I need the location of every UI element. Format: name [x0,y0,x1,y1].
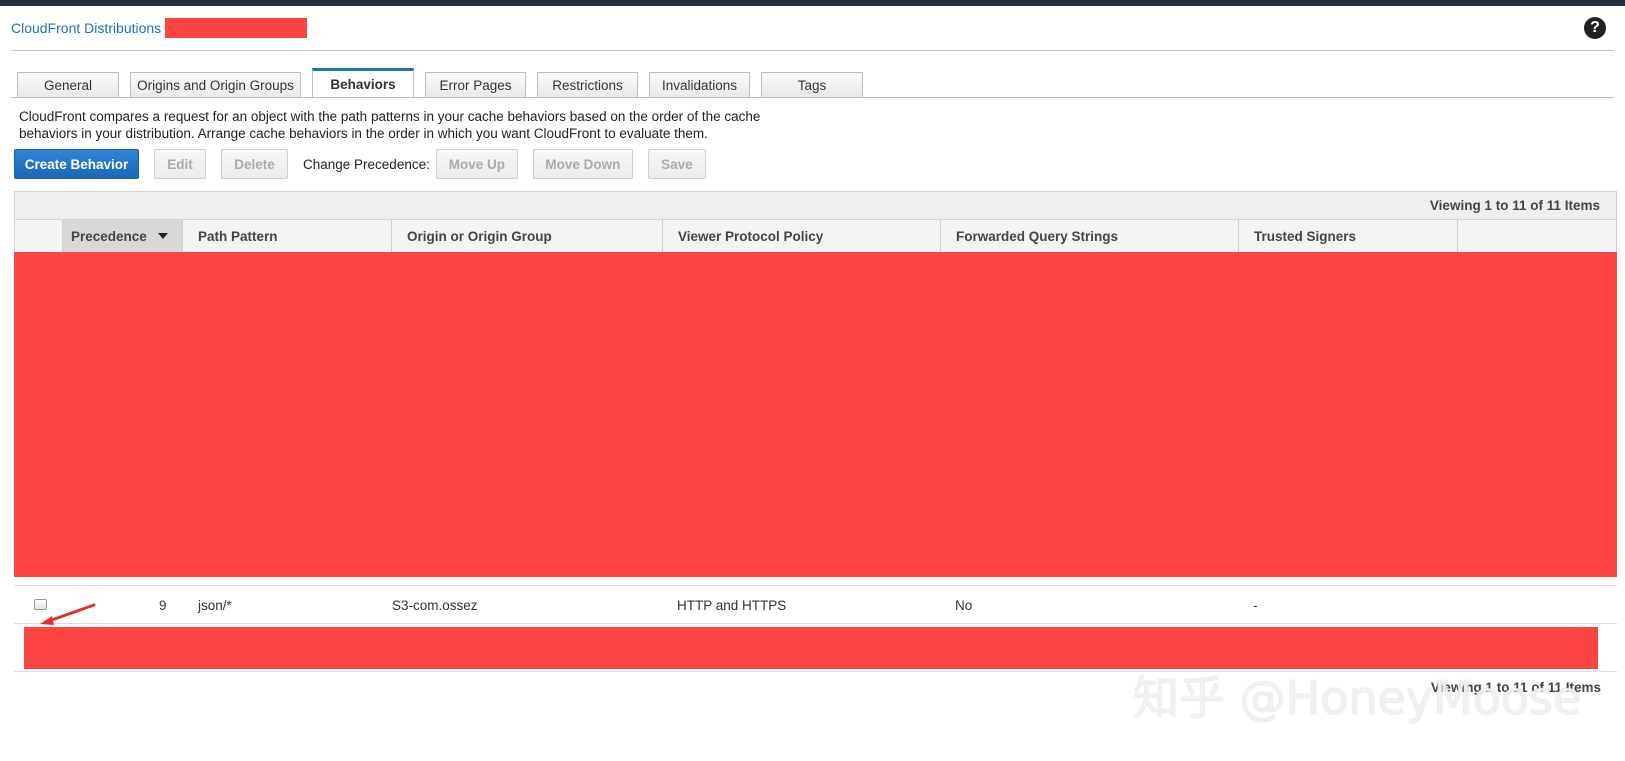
redacted-rows [14,252,1617,577]
tabs-divider [11,97,1614,98]
column-header-trusted-signers[interactable]: Trusted Signers [1239,220,1458,252]
table-row[interactable]: 9 json/* S3-com.ossez HTTP and HTTPS No … [14,591,1617,623]
table-header: Precedence Path Pattern Origin or Origin… [14,220,1617,253]
column-header-path-pattern[interactable]: Path Pattern [183,220,392,252]
column-header-precedence[interactable]: Precedence [63,220,183,252]
cell-origin: S3-com.ossez [392,598,478,613]
column-header-viewer-protocol[interactable]: Viewer Protocol Policy [663,220,941,252]
behaviors-toolbar: Create Behavior Edit Delete Change Prece… [14,149,721,179]
row-divider [14,671,1617,672]
behaviors-description: CloudFront compares a request for an obj… [19,109,761,141]
tab-tags[interactable]: Tags [761,72,863,98]
sort-desc-icon [158,233,168,239]
column-header-origin[interactable]: Origin or Origin Group [392,220,663,252]
tab-bar: General Origins and Origin Groups Behavi… [17,68,874,98]
breadcrumb-distributions-link[interactable]: CloudFront Distributions [11,20,161,36]
cell-path-pattern: json/* [198,598,232,613]
annotation-arrow-icon [40,603,96,625]
save-button[interactable]: Save [647,149,706,179]
help-icon[interactable]: ? [1584,17,1606,39]
pagination-status-bottom: Viewing 1 to 11 of 11 Items [1430,680,1601,695]
tab-behaviors[interactable]: Behaviors [312,68,414,98]
row-divider [14,585,1617,586]
change-precedence-label: Change Precedence: [303,156,430,172]
column-header-extra [1458,220,1616,252]
top-nav-bar [0,0,1625,6]
redacted-row [24,627,1598,669]
tab-error-pages[interactable]: Error Pages [425,72,526,98]
tab-general[interactable]: General [17,72,119,98]
tab-origins[interactable]: Origins and Origin Groups [130,72,301,98]
tab-restrictions[interactable]: Restrictions [537,72,638,98]
move-down-button[interactable]: Move Down [532,149,633,179]
cell-precedence: 9 [159,598,167,613]
edit-button[interactable]: Edit [154,149,206,179]
tab-invalidations[interactable]: Invalidations [649,72,750,98]
redacted-distribution-id [165,18,308,38]
row-divider [14,623,1617,624]
create-behavior-button[interactable]: Create Behavior [14,149,139,179]
cell-query-strings: No [955,598,973,613]
pagination-status: Viewing 1 to 11 of 11 Items [14,191,1617,220]
behaviors-table: Viewing 1 to 11 of 11 Items Precedence P… [14,191,1617,253]
cell-trusted-signers: - [1253,598,1258,613]
column-header-label: Precedence [71,228,147,244]
delete-button[interactable]: Delete [221,149,288,179]
breadcrumb: CloudFront Distributions [11,18,308,38]
select-column-header [15,220,63,252]
cell-viewer-protocol: HTTP and HTTPS [677,598,787,613]
header-divider [11,50,1614,51]
move-up-button[interactable]: Move Up [435,149,518,179]
column-header-query-strings[interactable]: Forwarded Query Strings [941,220,1239,252]
